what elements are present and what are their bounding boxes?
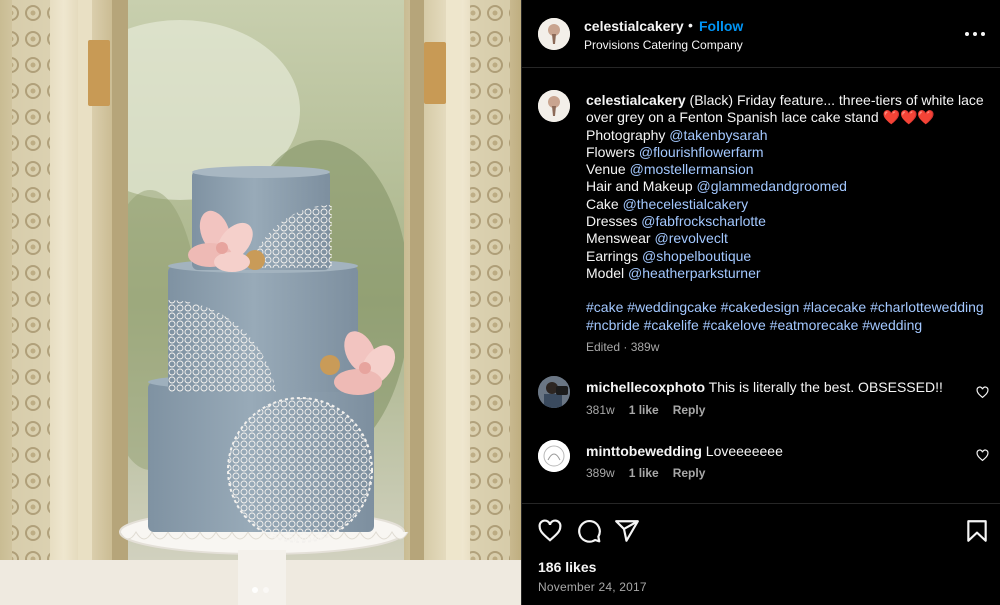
comment-age: 389w [586,466,615,480]
credit-label: Flowers [586,143,636,160]
credit-handle-link[interactable]: @fabfrockscharlotte [641,213,766,229]
cake-photo-image [0,0,521,605]
post-caption: celestialcakery (Black) Friday feature..… [586,92,991,334]
comment-icon[interactable] [576,518,602,544]
caption-first-line: celestialcakery (Black) Friday feature..… [586,92,991,127]
credit-handle-link[interactable]: @shopelboutique [642,248,751,264]
credit-handle-link[interactable]: @flourishflowerfarm [639,144,764,160]
caption-avatar[interactable] [538,90,570,122]
header-username[interactable]: celestialcakery [584,18,684,34]
header-separator: • [688,17,693,33]
comment-body: Loveeeeeee [701,443,783,459]
comment-likes[interactable]: 1 like [629,403,659,417]
likes-count[interactable]: 186 likes [538,559,596,575]
credit-line: Model @heatherparksturner [586,265,991,282]
credit-line: Earrings @shopelboutique [586,248,991,265]
credit-handle-link[interactable]: @heatherparksturner [628,265,761,281]
post-header: celestialcakery • Follow Provisions Cate… [522,0,1000,68]
comment-like-heart-icon[interactable] [976,449,989,462]
credit-label: Photography [586,126,666,143]
avatar[interactable] [538,440,570,472]
comment-age: 381w [586,403,615,417]
comment-text: michellecoxphoto This is literally the b… [586,379,943,395]
credit-label: Venue [586,161,626,178]
reply-button[interactable]: Reply [673,403,706,417]
location-link[interactable]: Provisions Catering Company [584,38,743,52]
comment-body: This is literally the best. OBSESSED!! [705,379,943,395]
post-details-panel: celestialcakery • Follow Provisions Cate… [521,0,1000,605]
comment-text: minttobewedding Loveeeeeee [586,443,783,459]
caption-username[interactable]: celestialcakery [586,92,686,108]
credit-label: Model [586,264,625,281]
comment-username[interactable]: minttobewedding [586,443,702,459]
avatar[interactable] [538,376,570,408]
more-options-icon[interactable] [963,24,987,44]
post-date: November 24, 2017 [538,580,647,594]
credit-line: Photography @takenbysarah [586,127,991,144]
credit-line: Menswear @revolveclt [586,230,991,247]
avatar[interactable] [538,18,570,50]
post-photo[interactable] [0,0,521,605]
credit-line: Flowers @flourishflowerfarm [586,144,991,161]
caption-hashtags: #cake #weddingcake #cakedesign #lacecake… [586,299,991,334]
post-actions: 186 likes November 24, 2017 [522,503,1000,605]
share-icon[interactable] [614,518,640,544]
bookmark-icon[interactable] [964,518,990,544]
comment-meta: 389w 1 like Reply [586,466,719,480]
reply-button[interactable]: Reply [673,466,706,480]
hashtags-line[interactable]: #ncbride #cakelife #cakelove #eatmorecak… [586,317,991,334]
caption-credits: Photography @takenbysarah Flowers @flouri… [586,127,991,283]
credit-line: Cake @thecelestialcakery [586,196,991,213]
follow-button[interactable]: Follow [699,18,743,34]
comment-meta: 381w 1 like Reply [586,403,719,417]
comment-username[interactable]: michellecoxphoto [586,379,705,395]
hashtags-line[interactable]: #cake #weddingcake #cakedesign #lacecake… [586,299,991,316]
credit-handle-link[interactable]: @revolveclt [654,230,727,246]
comment-likes[interactable]: 1 like [629,466,659,480]
credit-handle-link[interactable]: @glammedandgroomed [697,178,847,194]
credit-line: Hair and Makeup @glammedandgroomed [586,178,991,195]
heart-icon[interactable] [537,518,563,544]
monogram-logo-icon [538,440,570,472]
comment-like-heart-icon[interactable] [976,386,989,399]
credit-handle-link[interactable]: @mostellermansion [630,161,754,177]
credit-handle-link[interactable]: @thecelestialcakery [623,196,749,212]
credit-label: Hair and Makeup [586,178,693,195]
caption-meta: Edited · 389w [586,340,660,354]
credit-line: Dresses @fabfrockscharlotte [586,213,991,230]
profile-photo-icon [538,376,570,408]
cake-logo-icon [538,90,570,122]
credit-label: Cake [586,195,619,212]
credit-line: Venue @mostellermansion [586,161,991,178]
cake-logo-icon [538,18,570,50]
credit-label: Earrings [586,247,639,264]
credit-label: Dresses [586,213,638,230]
credit-handle-link[interactable]: @takenbysarah [669,127,767,143]
credit-label: Menswear [586,230,651,247]
